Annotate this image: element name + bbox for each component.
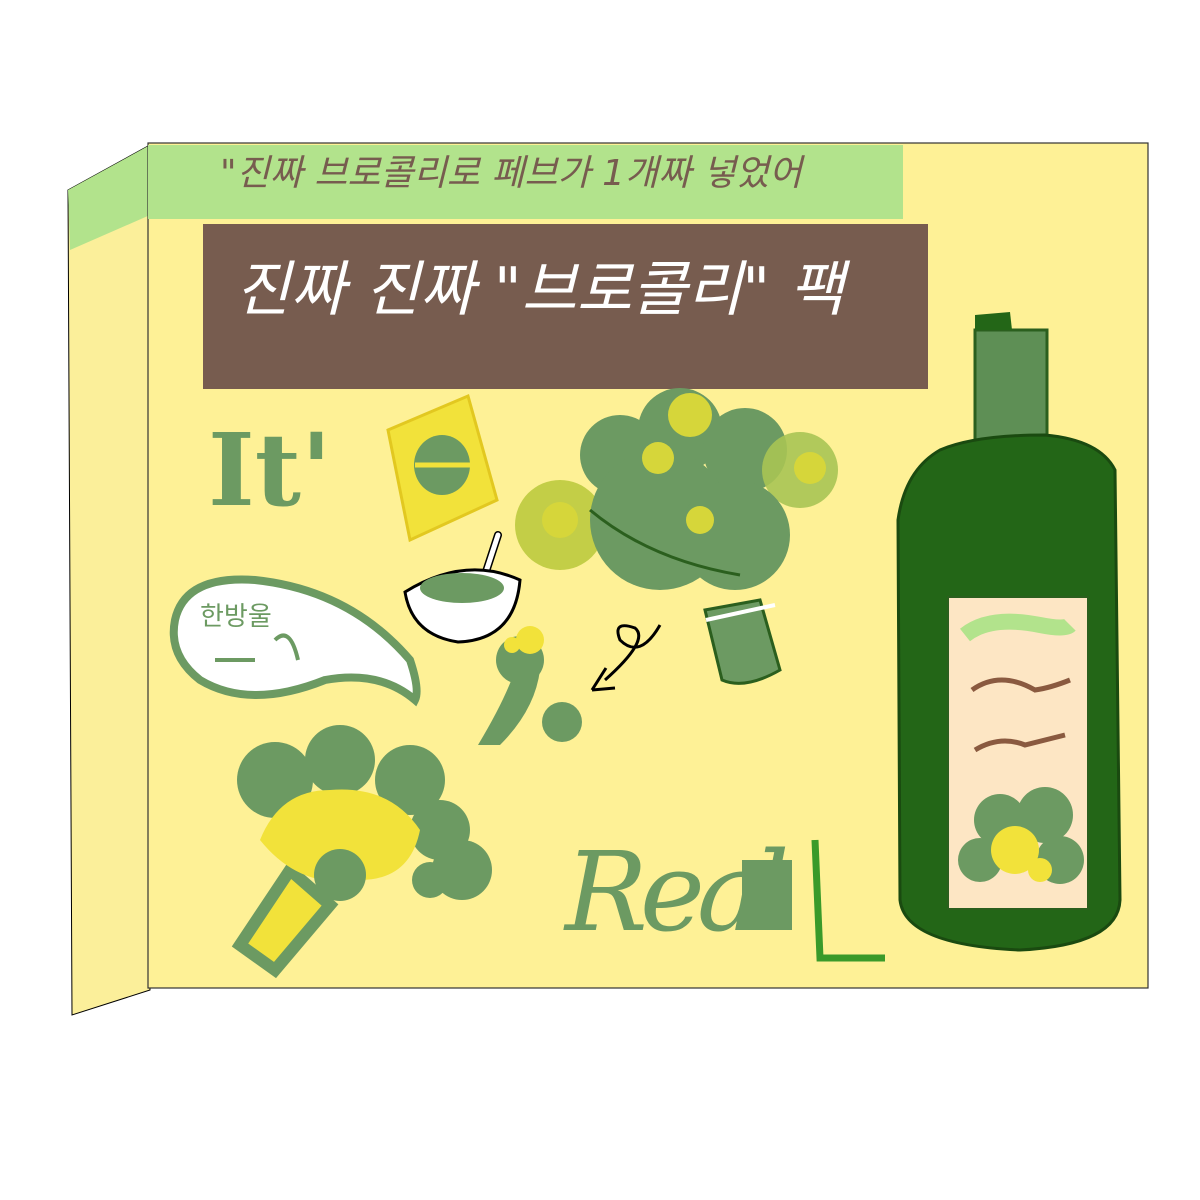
speech-text: 한방울 xyxy=(200,602,272,632)
real-text: Real xyxy=(563,828,786,956)
top-band-text: "진짜 브로콜리로 페브가 1개짜 넣었어 xyxy=(220,153,806,194)
its-text: It' xyxy=(208,411,332,529)
box-side-panel xyxy=(67,144,151,1016)
product-box-illustration: "진짜 브로콜리로 페브가 1개짜 넣었어 진짜 진짜 "브로콜리" 팩 It' xyxy=(67,142,1149,1016)
banner-text: 진짜 진짜 "브로콜리" 팩 xyxy=(235,255,851,325)
